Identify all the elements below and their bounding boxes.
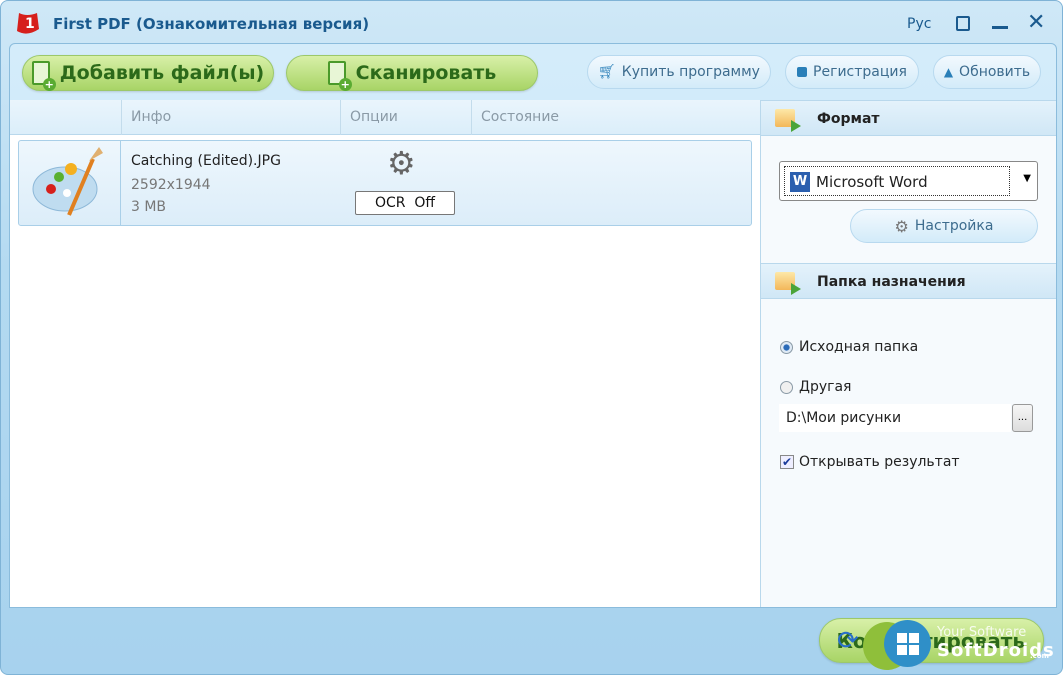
cart-icon: 🛒︎	[598, 64, 616, 80]
format-icon	[775, 109, 801, 132]
watermark-domain: .com	[1030, 652, 1049, 660]
destination-header: Папка назначения	[761, 263, 1056, 299]
format-select[interactable]: W Microsoft Word ▼	[779, 161, 1038, 201]
browse-button[interactable]: ...	[1012, 404, 1033, 432]
convert-icon: ⟳	[837, 626, 859, 656]
format-header-label: Формат	[817, 111, 880, 127]
watermark-text: Your Software	[937, 625, 1027, 640]
source-folder-radio[interactable]: Исходная папка	[780, 339, 918, 355]
gear-icon: ⚙	[894, 216, 909, 236]
scan-icon	[327, 61, 352, 91]
format-selected-value: Microsoft Word	[816, 173, 928, 191]
file-list: Инфо Опции Состояние Catching (Edited).J…	[10, 100, 760, 607]
file-name: Catching (Edited).JPG	[131, 153, 281, 169]
column-status[interactable]: Состояние	[471, 100, 760, 135]
open-result-label: Открывать результат	[799, 454, 960, 470]
ocr-toggle[interactable]: OCR Off	[355, 191, 455, 215]
main-frame: Добавить файл(ы) Сканировать 🛒︎ Купить пр…	[9, 43, 1057, 608]
scan-label: Сканировать	[355, 62, 497, 84]
update-label: Обновить	[959, 64, 1031, 80]
list-header: Инфо Опции Состояние	[10, 100, 760, 135]
other-folder-label: Другая	[799, 379, 852, 395]
settings-panel: Формат W Microsoft Word ▼ ⚙ Настройка Пап…	[760, 100, 1056, 607]
file-resolution: 2592x1944	[131, 177, 211, 193]
register-label: Регистрация	[813, 64, 907, 80]
watermark-windows-logo	[884, 620, 931, 667]
lock-icon	[797, 67, 808, 77]
gear-icon[interactable]: ⚙	[387, 145, 416, 181]
app-window: 1 First PDF (Ознакомительная версия) Рус…	[0, 0, 1063, 675]
scan-button[interactable]: Сканировать	[286, 55, 538, 91]
settings-label: Настройка	[914, 218, 994, 234]
format-header: Формат	[761, 100, 1056, 136]
add-file-icon	[31, 61, 56, 91]
column-info[interactable]: Инфо	[121, 100, 340, 135]
register-button[interactable]: Регистрация	[785, 55, 919, 89]
chevron-down-icon: ▼	[1023, 173, 1031, 184]
file-size: 3 MB	[131, 199, 167, 215]
radio-unchecked	[780, 380, 793, 394]
folder-icon	[775, 272, 801, 295]
language-selector[interactable]: Рус	[907, 16, 931, 32]
column-options[interactable]: Опции	[340, 100, 471, 135]
destination-header-label: Папка назначения	[817, 274, 966, 290]
upload-icon: ▲	[943, 65, 954, 79]
open-result-checkbox[interactable]: ✔ Открывать результат	[780, 454, 960, 470]
buy-button[interactable]: 🛒︎ Купить программу	[587, 55, 771, 89]
settings-button[interactable]: ⚙ Настройка	[850, 209, 1038, 243]
app-logo-icon: 1	[13, 9, 41, 37]
word-icon: W	[790, 172, 810, 192]
paint-palette-icon	[32, 147, 103, 216]
checkbox-checked-icon: ✔	[780, 455, 794, 469]
buy-label: Купить программу	[621, 64, 760, 80]
close-button[interactable]: ✕	[1027, 10, 1045, 35]
update-button[interactable]: ▲ Обновить	[933, 55, 1041, 89]
add-files-label: Добавить файл(ы)	[59, 62, 265, 84]
file-row[interactable]: Catching (Edited).JPG 2592x1944 3 MB ⚙ O…	[18, 140, 752, 226]
svg-text:1: 1	[25, 16, 35, 32]
radio-checked	[780, 340, 793, 354]
folder-path-input[interactable]: D:\Мои рисунки	[779, 404, 1011, 432]
add-files-button[interactable]: Добавить файл(ы)	[22, 55, 274, 91]
source-folder-label: Исходная папка	[799, 339, 919, 355]
file-thumbnail	[19, 141, 121, 225]
other-folder-radio[interactable]: Другая	[780, 379, 851, 395]
feedback-icon[interactable]	[956, 16, 970, 31]
minimize-button[interactable]	[992, 26, 1008, 29]
window-title: First PDF (Ознакомительная версия)	[53, 15, 370, 33]
